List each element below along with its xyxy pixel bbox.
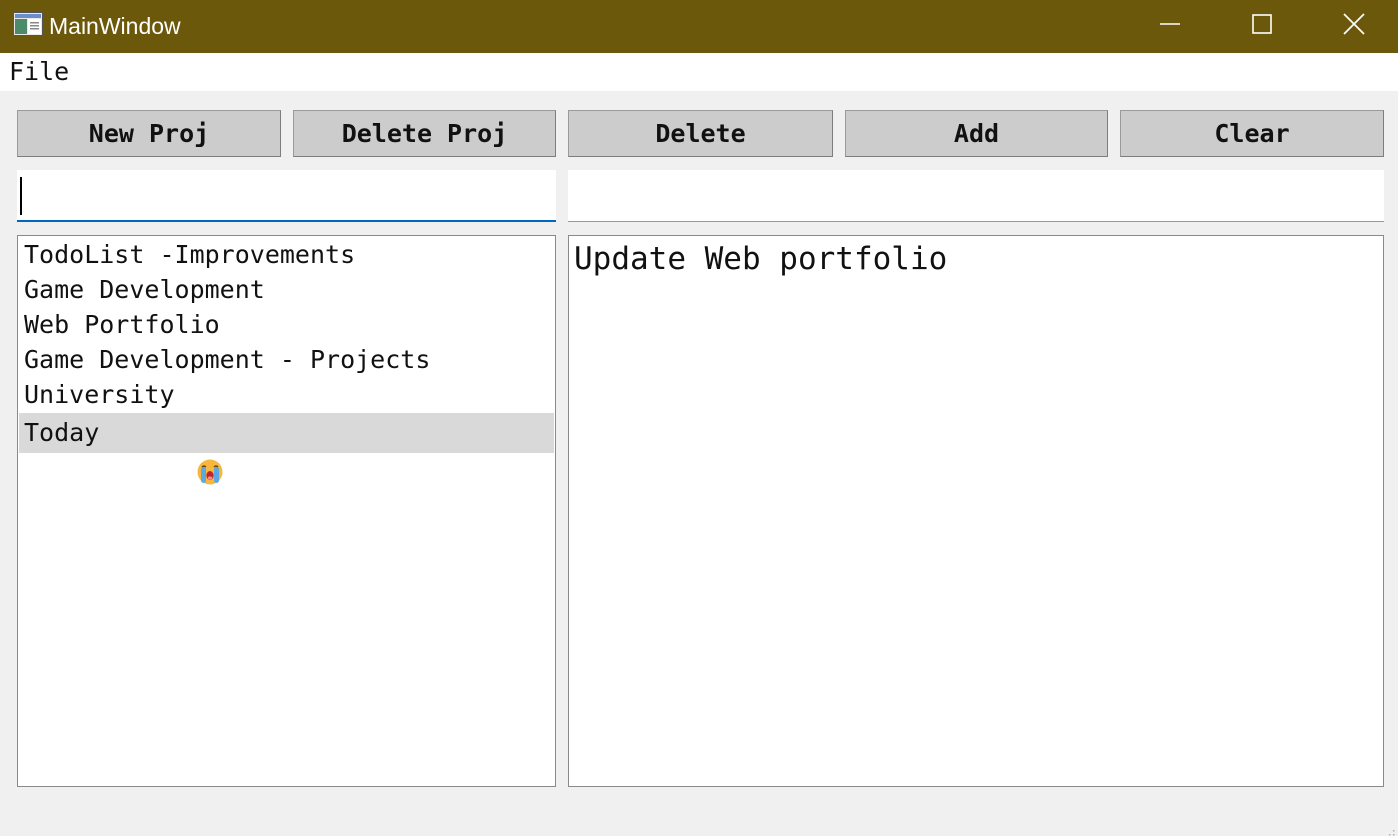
maximize-button[interactable] bbox=[1216, 0, 1308, 53]
task-list-item[interactable]: Update Web portfolio bbox=[569, 238, 1383, 280]
minimize-icon bbox=[1160, 14, 1180, 39]
add-task-button[interactable]: Add bbox=[845, 110, 1108, 157]
title-bar: MainWindow bbox=[0, 0, 1398, 53]
task-label: Update Web portfolio bbox=[574, 241, 948, 277]
project-name-input[interactable] bbox=[17, 170, 556, 222]
project-label: Today bbox=[24, 418, 100, 447]
project-label: Game Development - Projects bbox=[24, 345, 431, 374]
minimize-button[interactable] bbox=[1124, 0, 1216, 53]
project-list-item[interactable]: Web Portfolio bbox=[19, 307, 554, 342]
close-icon bbox=[1343, 13, 1365, 40]
project-list[interactable]: TodoList -Improvements Game Development … bbox=[17, 235, 556, 787]
clear-tasks-button[interactable]: Clear bbox=[1120, 110, 1384, 157]
project-list-item[interactable]: University bbox=[19, 377, 554, 412]
delete-task-button[interactable]: Delete bbox=[568, 110, 833, 157]
maximize-icon bbox=[1252, 14, 1272, 39]
app-icon bbox=[13, 12, 43, 36]
project-label: TodoList -Improvements bbox=[24, 240, 356, 269]
menu-file[interactable]: File bbox=[9, 57, 69, 87]
delete-project-button[interactable]: Delete Proj bbox=[293, 110, 556, 157]
new-project-button[interactable]: New Proj bbox=[17, 110, 281, 157]
text-caret bbox=[20, 177, 22, 215]
close-button[interactable] bbox=[1308, 0, 1398, 53]
project-label: Game Development bbox=[24, 275, 265, 304]
project-label: University bbox=[24, 380, 175, 409]
project-list-item-selected[interactable]: Today bbox=[19, 413, 554, 485]
project-list-item[interactable]: TodoList -Improvements bbox=[19, 237, 554, 272]
project-label: Web Portfolio bbox=[24, 310, 220, 339]
resize-grip-icon[interactable] bbox=[1386, 824, 1396, 836]
task-input[interactable] bbox=[568, 170, 1384, 222]
window-title: MainWindow bbox=[49, 13, 181, 39]
task-list[interactable]: Update Web portfolio bbox=[568, 235, 1384, 787]
project-list-item[interactable]: Game Development - Projects bbox=[19, 342, 554, 377]
project-list-item[interactable]: Game Development bbox=[19, 272, 554, 307]
crying-face-emoji-icon bbox=[105, 418, 223, 485]
menu-bar: File bbox=[0, 53, 1398, 91]
